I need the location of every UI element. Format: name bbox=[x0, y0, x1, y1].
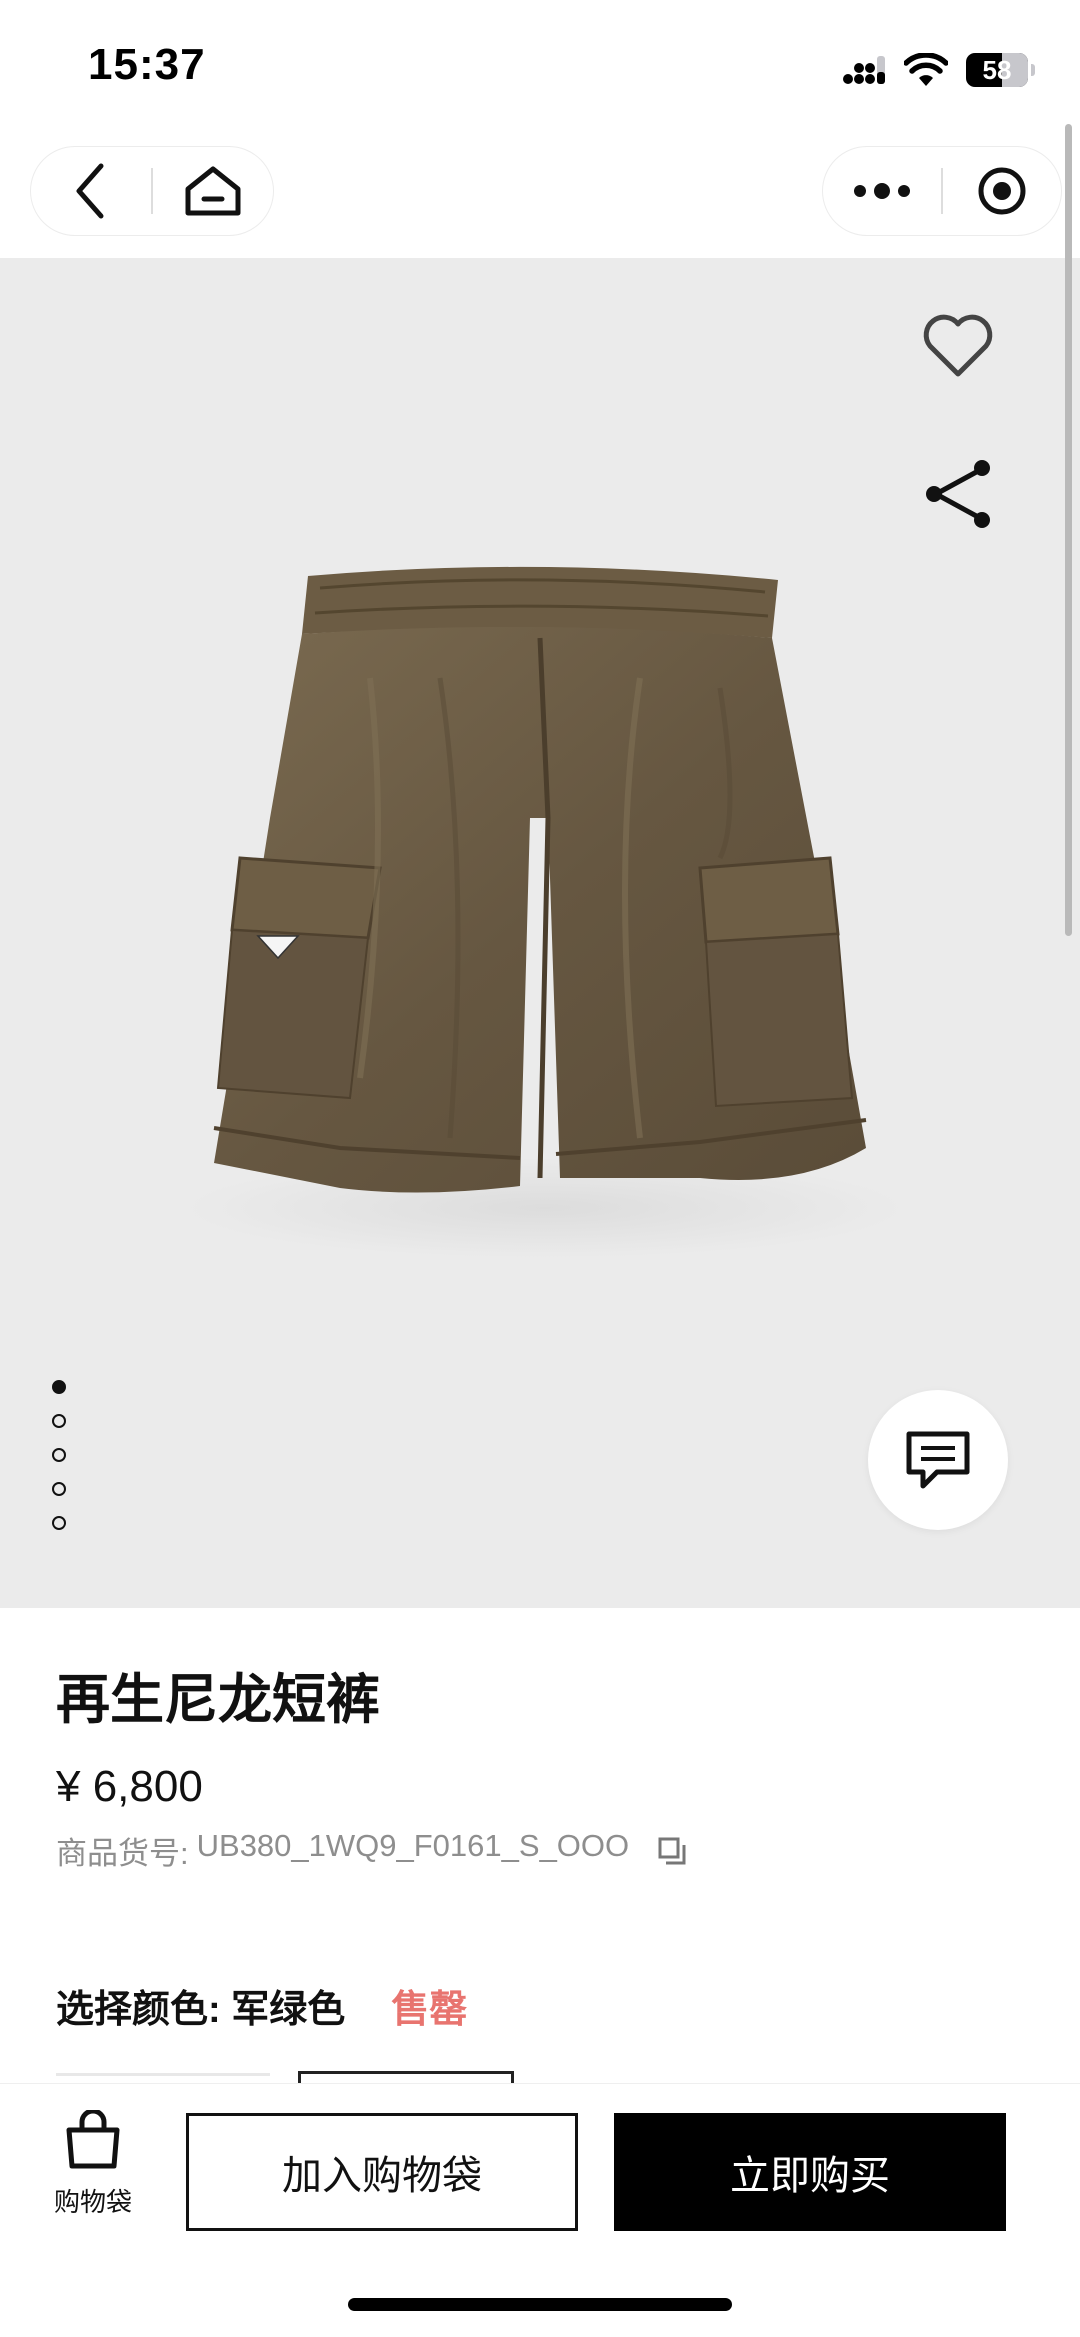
carousel-dot[interactable] bbox=[52, 1516, 66, 1530]
copy-icon bbox=[658, 1837, 686, 1864]
customer-service-button[interactable] bbox=[868, 1390, 1008, 1530]
copy-sku-button[interactable] bbox=[655, 1834, 689, 1868]
home-indicator[interactable] bbox=[348, 2298, 732, 2311]
carousel-dot[interactable] bbox=[52, 1448, 66, 1462]
share-icon bbox=[926, 460, 990, 528]
nav-right-capsule bbox=[822, 146, 1062, 236]
nav-left-capsule bbox=[30, 146, 274, 236]
carousel-dot[interactable] bbox=[52, 1482, 66, 1496]
home-button[interactable] bbox=[153, 146, 273, 236]
more-icon bbox=[854, 183, 910, 199]
product-price: ¥ 6,800 bbox=[56, 1762, 203, 1811]
favorite-button[interactable] bbox=[912, 300, 1004, 392]
status-bar: 15:37 58 bbox=[0, 0, 1080, 140]
add-to-bag-button[interactable]: 加入购物袋 bbox=[186, 2113, 578, 2231]
capsule-close-icon bbox=[978, 167, 1026, 215]
carousel-dot[interactable] bbox=[52, 1414, 66, 1428]
shopping-bag-button[interactable]: 购物袋 bbox=[36, 2110, 150, 2240]
sku-label: 商品货号: bbox=[56, 1836, 189, 1871]
capsule-close-button[interactable] bbox=[943, 146, 1061, 236]
back-icon bbox=[76, 163, 104, 219]
status-icons: 58 bbox=[842, 46, 1035, 94]
home-icon bbox=[185, 166, 241, 216]
product-image-carousel[interactable] bbox=[0, 258, 1080, 1608]
heart-icon bbox=[923, 314, 993, 377]
shopping-bag-label: 购物袋 bbox=[53, 2187, 132, 2217]
battery-level: 58 bbox=[982, 54, 1012, 85]
color-selector: 选择颜色: 军绿色 售罄 bbox=[56, 1978, 467, 2033]
back-button[interactable] bbox=[31, 146, 151, 236]
color-label: 选择颜色: 军绿色 bbox=[56, 1989, 346, 2031]
chat-icon bbox=[906, 1431, 970, 1489]
more-button[interactable] bbox=[823, 146, 941, 236]
carousel-dot[interactable] bbox=[52, 1380, 66, 1394]
share-button[interactable] bbox=[912, 448, 1004, 540]
signal-icon bbox=[843, 56, 885, 84]
wifi-icon bbox=[904, 53, 948, 86]
battery-icon: 58 bbox=[966, 53, 1035, 87]
scrollbar[interactable] bbox=[1065, 124, 1072, 936]
carousel-indicator bbox=[52, 1380, 66, 1530]
buy-now-button[interactable]: 立即购买 bbox=[614, 2113, 1006, 2231]
shopping-bag-icon bbox=[66, 2110, 120, 2169]
product-sku: 商品货号: UB380_1WQ9_F0161_S_OOO bbox=[56, 1828, 689, 1873]
status-time: 15:37 bbox=[88, 40, 206, 89]
product-title: 再生尼龙短裤 bbox=[56, 1670, 380, 1730]
sku-value: UB380_1WQ9_F0161_S_OOO bbox=[196, 1828, 630, 1863]
sold-out-badge: 售罄 bbox=[391, 1989, 468, 2031]
